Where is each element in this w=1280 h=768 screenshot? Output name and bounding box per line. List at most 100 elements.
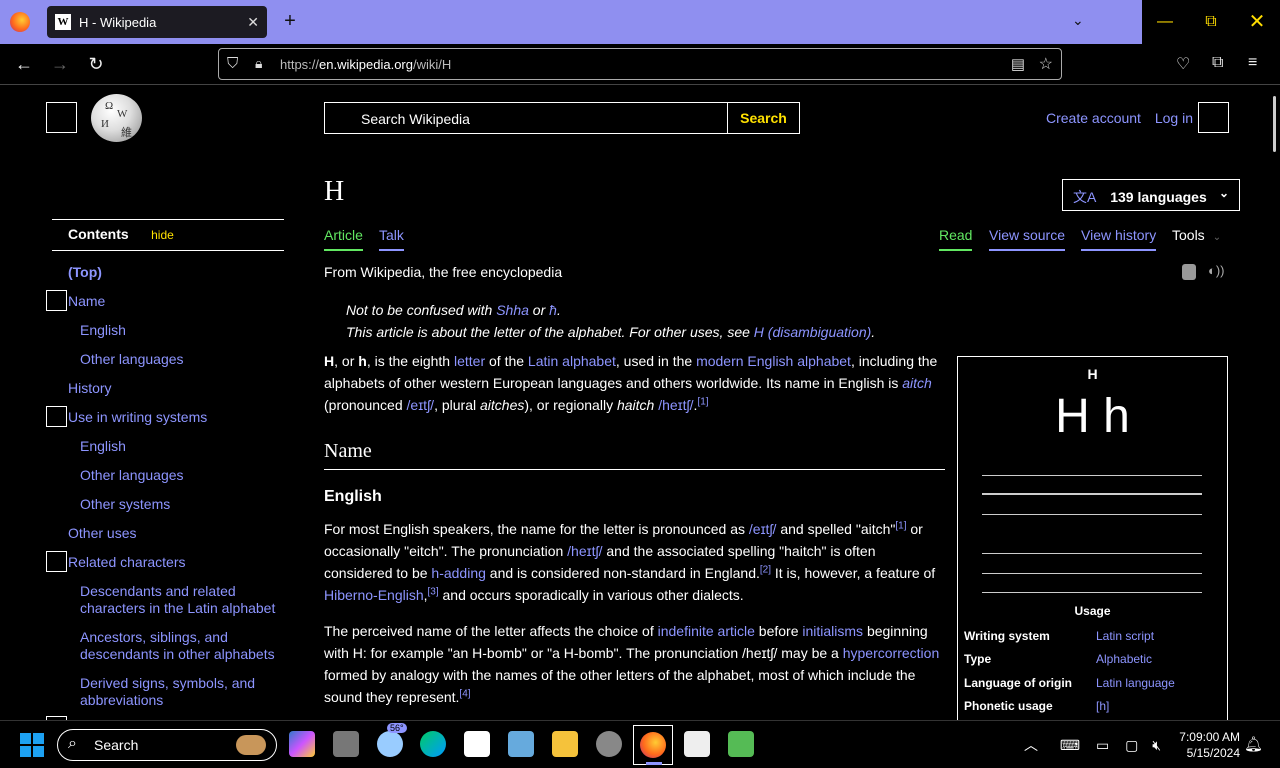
toc-item-english-2[interactable]: English: [80, 438, 126, 455]
pocket-icon[interactable]: ♡: [1176, 54, 1190, 74]
toc-item-derived-signs[interactable]: Derived signs, symbols, and abbreviation…: [80, 675, 270, 709]
ref-2[interactable]: [2]: [760, 564, 771, 575]
restore-button[interactable]: ⧉: [1188, 0, 1234, 44]
letter-link[interactable]: letter: [454, 353, 485, 369]
toc-item-descendants[interactable]: Descendants and related characters in th…: [80, 583, 290, 617]
tab-talk[interactable]: Talk: [379, 227, 404, 251]
volume-muted-icon[interactable]: 🔇︎: [1152, 737, 1161, 753]
toc-toggle-name[interactable]: [46, 290, 67, 311]
toc-item-other-languages-2[interactable]: Other languages: [80, 467, 184, 484]
ref-1b[interactable]: [1]: [895, 520, 906, 531]
search-button[interactable]: Search: [727, 102, 800, 134]
toc-item-top[interactable]: (Top): [68, 264, 102, 281]
reader-view-icon[interactable]: ▤: [1011, 55, 1025, 73]
toc-item-other-uses[interactable]: Other uses: [68, 525, 136, 542]
keyboard-icon[interactable]: ⌨: [1060, 737, 1080, 753]
languages-button[interactable]: 文A 139 languages ⌄: [1062, 179, 1240, 211]
ref-3[interactable]: [3]: [428, 586, 439, 597]
tracking-shield-icon[interactable]: ⛉: [227, 55, 238, 72]
listen-audio-icon[interactable]: ◐)): [1208, 263, 1225, 278]
toc-item-other-languages[interactable]: Other languages: [80, 351, 184, 368]
ipa-link-3[interactable]: /eɪtʃ/: [749, 521, 777, 537]
latin-script-link[interactable]: Latin script: [1096, 629, 1154, 643]
photos-icon[interactable]: [508, 731, 534, 757]
file-explorer-icon[interactable]: [552, 731, 578, 757]
shha-link[interactable]: Shha: [496, 302, 529, 318]
forward-arrow-icon[interactable]: →: [48, 52, 72, 76]
ref-1[interactable]: [1]: [697, 396, 708, 407]
url-bar[interactable]: ⛉ 🔒︎ https://en.wikipedia.org/wiki/H ▤ ☆: [218, 48, 1062, 80]
toc-toggle-writing-systems[interactable]: [46, 406, 67, 427]
search-input[interactable]: Search Wikipedia: [324, 102, 728, 134]
taskbar-clock[interactable]: 7:09:00 AM 5/15/2024: [1170, 729, 1240, 761]
latin-language-link[interactable]: Latin language: [1096, 676, 1175, 690]
ipa-link-2[interactable]: /heɪtʃ/: [658, 397, 693, 413]
app-menu-icon[interactable]: ≡: [1248, 54, 1257, 72]
tools-menu[interactable]: Tools ⌄: [1172, 227, 1221, 243]
browser-tab[interactable]: W H - Wikipedia ✕: [47, 6, 267, 38]
hypercorrection-link[interactable]: hypercorrection: [843, 645, 940, 661]
firefox-taskbar-button[interactable]: [633, 725, 673, 765]
tab-view-history[interactable]: View history: [1081, 227, 1157, 251]
minimize-button[interactable]: —: [1142, 0, 1188, 44]
lock-icon[interactable]: 🔒︎: [255, 55, 262, 72]
copilot-icon[interactable]: [289, 731, 315, 757]
latin-alphabet-link[interactable]: Latin alphabet: [528, 353, 616, 369]
battery-icon[interactable]: ▭: [1096, 737, 1109, 753]
hiberno-english-link[interactable]: Hiberno-English: [324, 587, 424, 603]
taskbar-search-input[interactable]: ⌕ Search: [57, 729, 277, 761]
phonetic-link[interactable]: [h]: [1096, 699, 1109, 713]
extensions-icon[interactable]: ⧉: [1212, 54, 1223, 72]
h-adding-link[interactable]: h-adding: [431, 565, 486, 581]
weather-icon[interactable]: 56°: [377, 723, 407, 757]
show-hidden-icons-chevron-icon[interactable]: ︿: [1024, 737, 1038, 753]
firefox-menu-icon[interactable]: [10, 12, 30, 32]
protection-lock-icon[interactable]: [1182, 264, 1196, 280]
edge-icon[interactable]: [420, 731, 446, 757]
toc-hide-button[interactable]: hide: [151, 228, 174, 242]
toc-item-english[interactable]: English: [80, 322, 126, 339]
ipa-link[interactable]: /eɪtʃ/: [407, 397, 435, 413]
tab-view-source[interactable]: View source: [989, 227, 1066, 251]
notification-bell-icon[interactable]: 🔔︎: [1244, 735, 1263, 753]
notes-icon[interactable]: [728, 731, 754, 757]
ref-4[interactable]: [4]: [459, 688, 470, 699]
back-arrow-icon[interactable]: ←: [12, 52, 36, 76]
disambiguation-link[interactable]: H (disambiguation): [754, 324, 872, 340]
close-window-button[interactable]: ✕: [1234, 0, 1280, 44]
toc-item-history[interactable]: History: [68, 380, 112, 397]
toc-item-ancestors[interactable]: Ancestors, siblings, and descendants in …: [80, 629, 290, 663]
toc-item-name[interactable]: Name: [68, 293, 105, 310]
main-menu-button[interactable]: [46, 102, 77, 133]
scrollbar[interactable]: [1273, 96, 1276, 152]
url-text[interactable]: https://en.wikipedia.org/wiki/H: [280, 57, 451, 72]
toc-item-other-systems[interactable]: Other systems: [80, 496, 170, 513]
modern-english-alphabet-link[interactable]: modern English alphabet: [696, 353, 851, 369]
tshe-link[interactable]: ћ: [549, 302, 557, 318]
notepad-icon[interactable]: [684, 731, 710, 757]
toc-toggle-related[interactable]: [46, 551, 67, 572]
tab-list-chevron-icon[interactable]: ⌄: [1072, 12, 1084, 29]
reload-icon[interactable]: ↻: [84, 52, 108, 76]
tab-read[interactable]: Read: [939, 227, 973, 251]
terminal-icon[interactable]: [464, 731, 490, 757]
user-menu-button[interactable]: [1198, 102, 1229, 133]
new-tab-button[interactable]: +: [280, 10, 300, 34]
network-icon[interactable]: ▢: [1125, 737, 1138, 753]
create-account-link[interactable]: Create account: [1046, 110, 1141, 126]
windows-start-icon[interactable]: [20, 733, 44, 757]
bookmark-star-icon[interactable]: ☆: [1039, 54, 1053, 74]
initialisms-link[interactable]: initialisms: [802, 623, 863, 639]
indefinite-article-link[interactable]: indefinite article: [658, 623, 755, 639]
toc-item-writing-systems[interactable]: Use in writing systems: [68, 409, 207, 426]
alphabetic-link[interactable]: Alphabetic: [1096, 652, 1152, 666]
tab-close-icon[interactable]: ✕: [247, 14, 259, 31]
aitch-link[interactable]: aitch: [902, 375, 932, 391]
toc-item-related-characters[interactable]: Related characters: [68, 554, 186, 571]
wikipedia-globe-logo[interactable]: ΩWИ維: [91, 94, 142, 142]
task-view-icon[interactable]: [333, 731, 359, 757]
ipa-link-4[interactable]: /heɪtʃ/: [567, 543, 602, 559]
log-in-link[interactable]: Log in: [1155, 110, 1193, 126]
tab-article[interactable]: Article: [324, 227, 363, 251]
network-app-icon[interactable]: [596, 731, 622, 757]
